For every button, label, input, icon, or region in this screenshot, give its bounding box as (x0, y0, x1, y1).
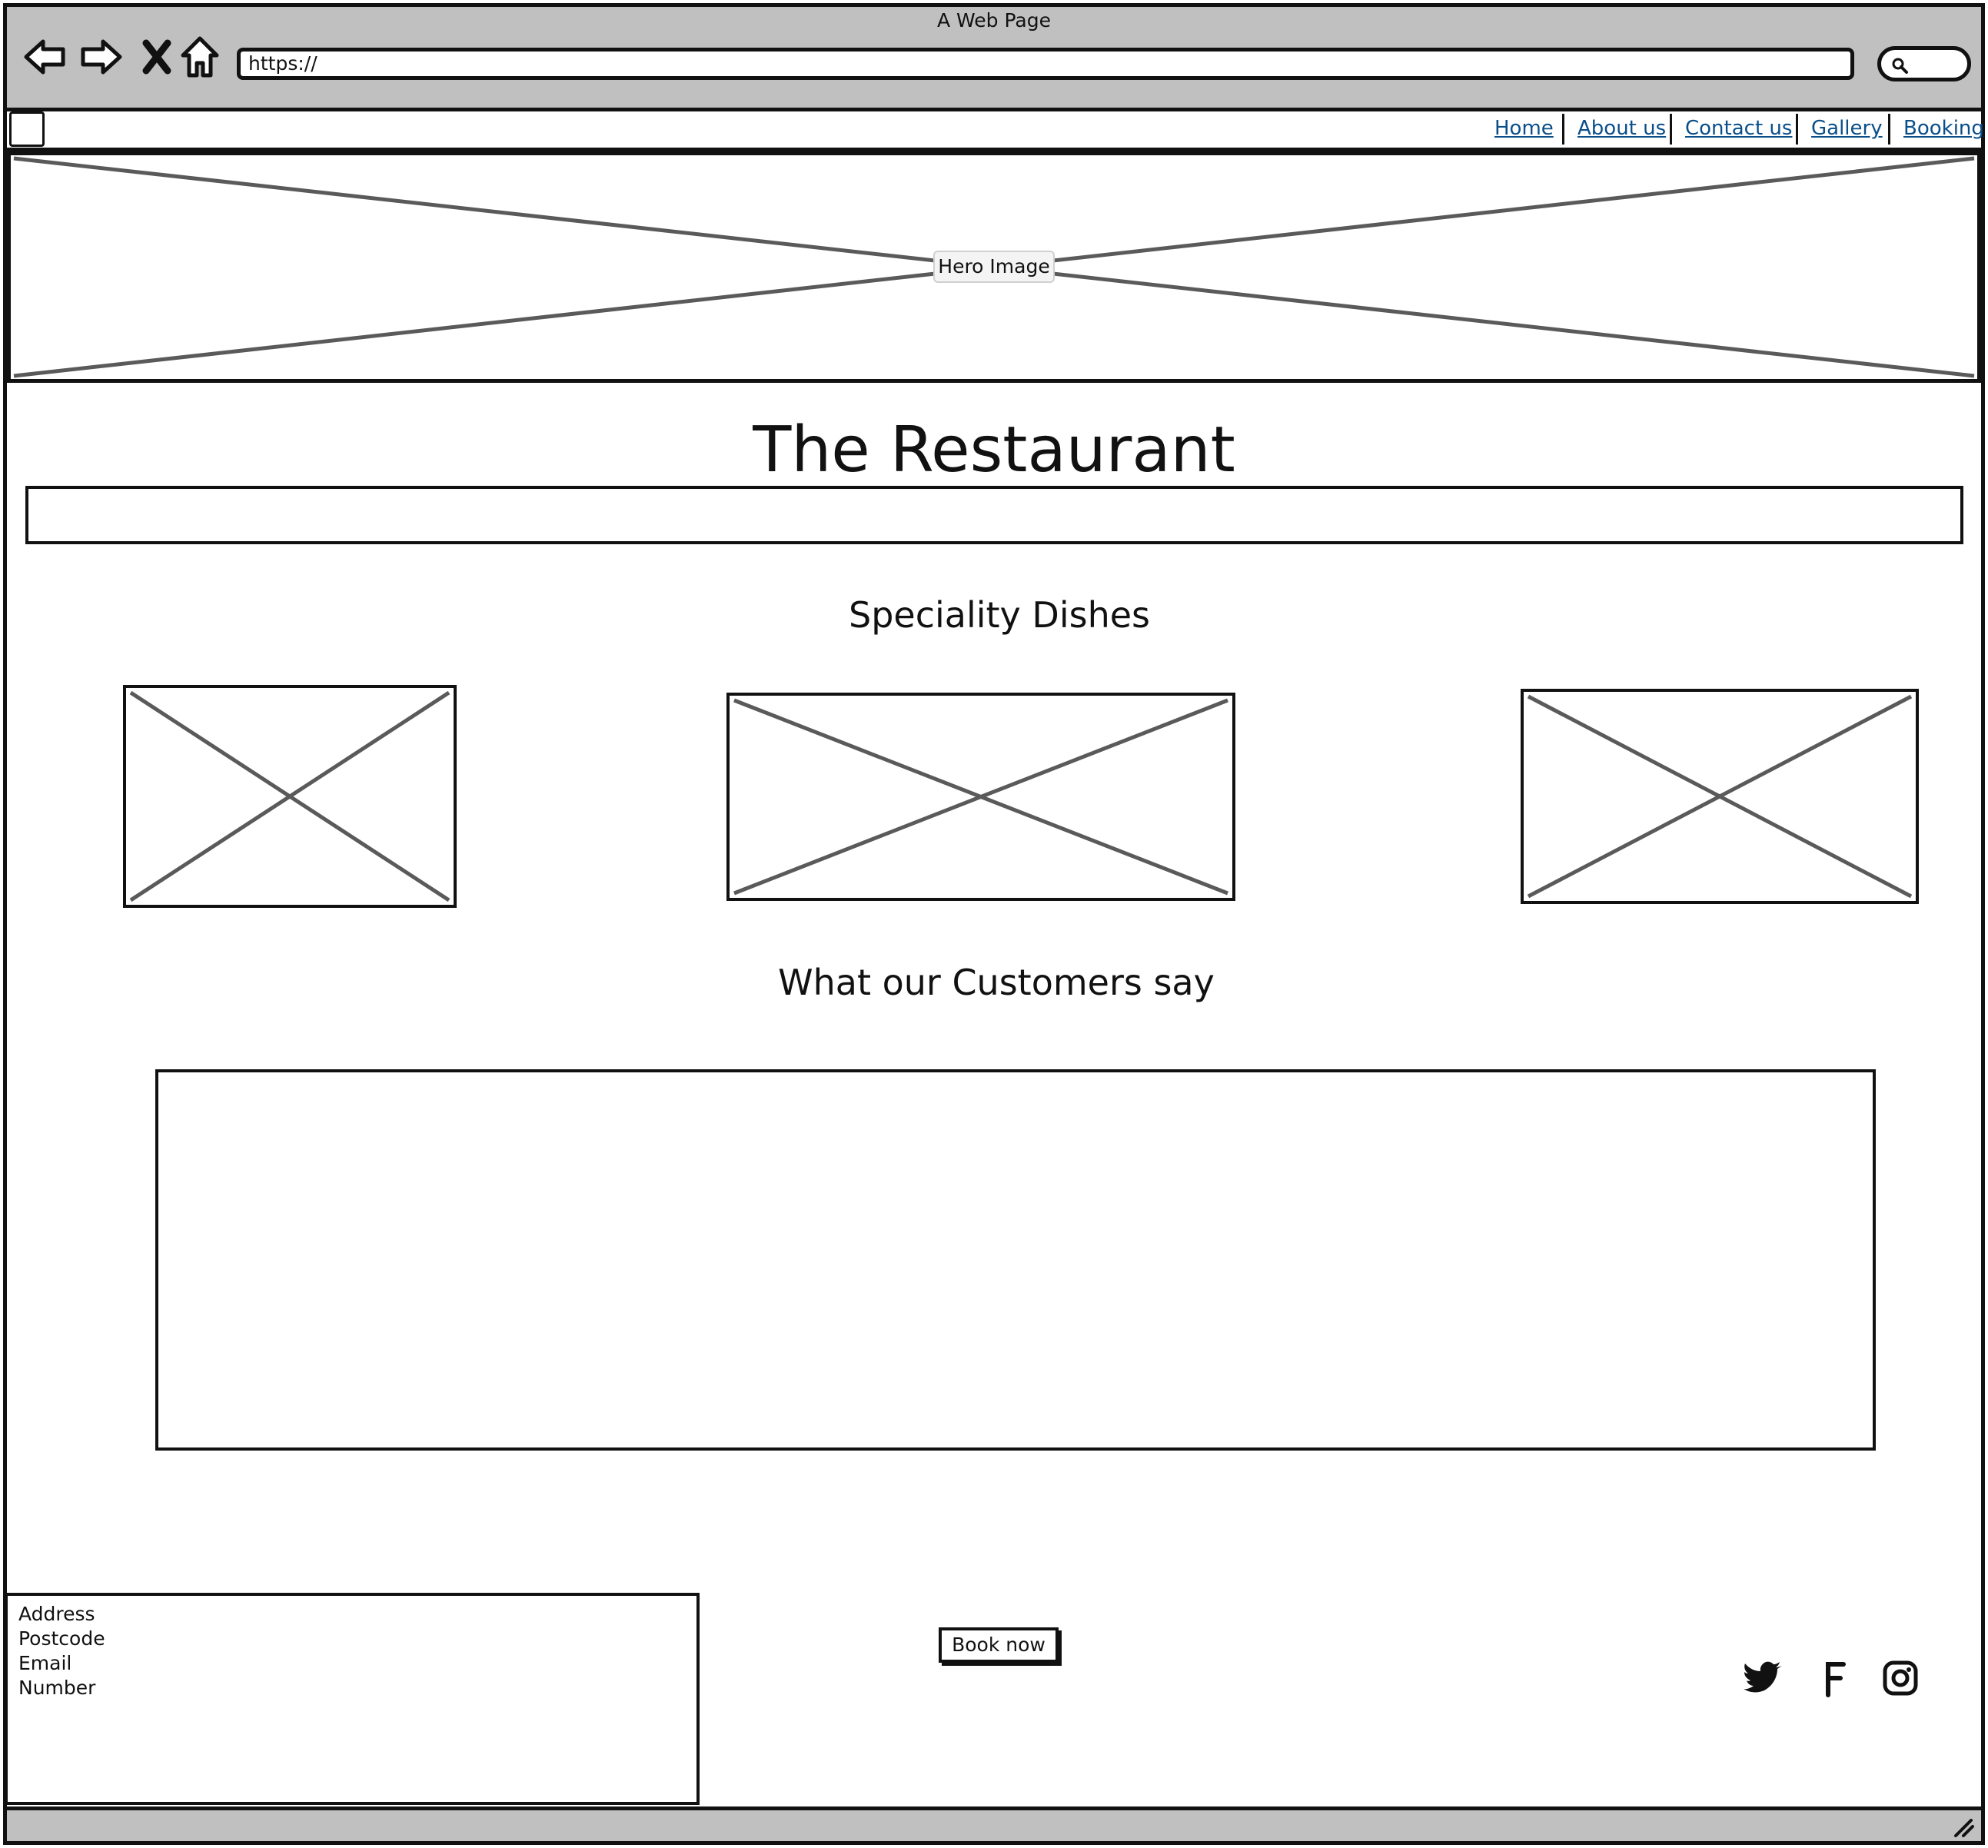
forward-arrow-icon[interactable] (80, 35, 123, 78)
url-text: https:// (248, 52, 317, 75)
nav-divider (1670, 114, 1672, 145)
image-placeholder-cross (129, 690, 450, 902)
contact-number: Number (18, 1677, 96, 1699)
nav-link-gallery[interactable]: Gallery (1811, 114, 1883, 145)
nav-link-contact-us[interactable]: Contact us (1685, 114, 1792, 145)
contact-details: Address Postcode Email Number (5, 1593, 700, 1805)
contact-address: Address (18, 1603, 95, 1625)
instagram-icon[interactable] (1879, 1657, 1922, 1700)
browser-status-bar (3, 1806, 1985, 1845)
search-icon (1892, 58, 1908, 74)
dish-image-3 (1521, 689, 1919, 904)
resize-handle-icon[interactable] (1951, 1816, 1976, 1839)
speciality-dishes-heading: Speciality Dishes (849, 594, 1150, 636)
page-title: The Restaurant (753, 414, 1235, 487)
contact-postcode: Postcode (18, 1627, 105, 1650)
nav-link-about-us[interactable]: About us (1577, 114, 1666, 145)
twitter-icon[interactable] (1742, 1657, 1785, 1700)
window-title: A Web Page (936, 9, 1052, 32)
close-icon[interactable] (135, 35, 178, 78)
contact-email: Email (18, 1652, 72, 1674)
image-placeholder-cross (733, 698, 1228, 896)
intro-text-box (25, 486, 1963, 544)
hero-image-label: Hero Image (933, 251, 1055, 283)
nav-divider (1888, 114, 1890, 145)
nav-divider (1562, 114, 1564, 145)
nav-link-home[interactable]: Home (1494, 114, 1554, 145)
search-field[interactable] (1877, 46, 1971, 81)
address-bar[interactable]: https:// (237, 48, 1854, 80)
facebook-icon[interactable] (1813, 1657, 1856, 1700)
testimonials-box (155, 1069, 1876, 1451)
book-now-button[interactable]: Book now (939, 1627, 1059, 1663)
customers-heading: What our Customers say (778, 962, 1215, 1003)
image-placeholder-cross (1527, 694, 1913, 899)
home-icon[interactable] (178, 35, 221, 78)
nav-link-booking[interactable]: Booking (1903, 114, 1984, 145)
back-arrow-icon[interactable] (23, 35, 66, 78)
dish-image-1 (123, 685, 457, 908)
nav-divider (1796, 114, 1798, 145)
dish-image-2 (726, 693, 1235, 901)
logo[interactable] (9, 111, 45, 147)
